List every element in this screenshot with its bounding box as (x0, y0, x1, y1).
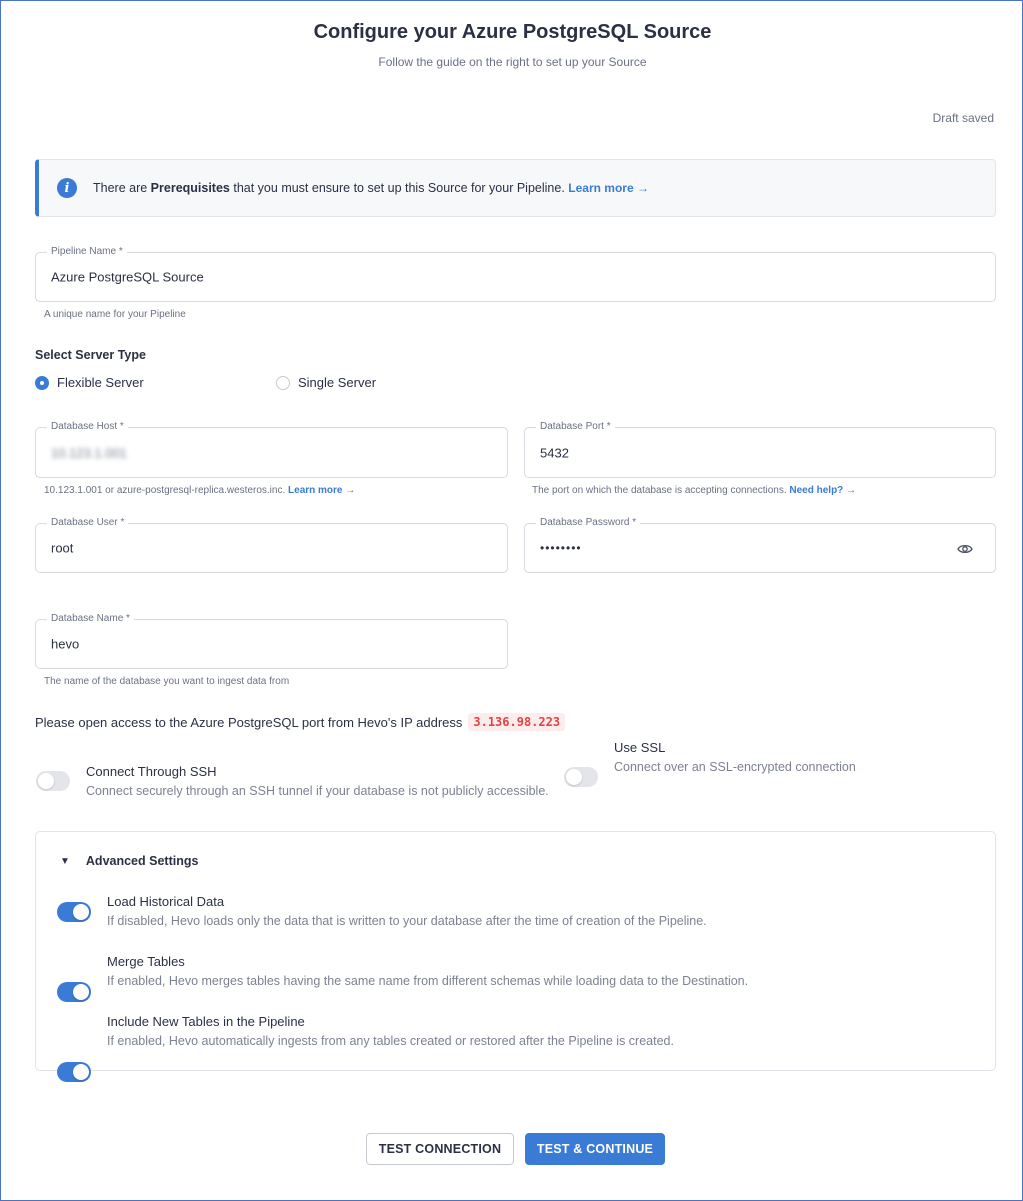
pipeline-name-label: Pipeline Name * (47, 246, 127, 257)
load-historical-data-toggle[interactable] (57, 902, 91, 922)
database-user-field[interactable]: Database User * root (35, 517, 508, 573)
database-host-field[interactable]: Database Host * 10.123.1.001 (35, 421, 508, 478)
radio-flexible-server-indicator[interactable] (35, 375, 49, 390)
database-host-helper-text: 10.123.1.001 or azure-postgresql-replica… (44, 485, 289, 496)
ssl-toggle[interactable] (564, 767, 598, 787)
merge-tables-description: If enabled, Hevo merges tables having th… (107, 974, 749, 988)
database-host-helper: 10.123.1.001 or azure-postgresql-replica… (44, 485, 355, 496)
banner-text-after: that you must ensure to set up this Sour… (229, 181, 569, 195)
page-frame: Configure your Azure PostgreSQL Source F… (0, 0, 1023, 1201)
banner-text-bold: Prerequisites (150, 181, 230, 195)
ssl-title: Use SSL (614, 740, 666, 755)
prerequisites-banner: i There are Prerequisites that you must … (35, 159, 996, 217)
load-historical-data-title: Load Historical Data (107, 894, 225, 909)
ip-access-notice: Please open access to the Azure PostgreS… (35, 713, 566, 731)
load-historical-data-description: If disabled, Hevo loads only the data th… (107, 914, 707, 928)
database-user-label: Database User * (47, 517, 129, 528)
database-port-field[interactable]: Database Port * 5432 (524, 421, 996, 478)
database-port-helper: The port on which the database is accept… (532, 485, 856, 496)
database-port-label: Database Port * (536, 421, 615, 432)
banner-text-before: There are (93, 181, 151, 195)
radio-single-server[interactable]: Single Server (276, 375, 376, 390)
merge-tables-title: Merge Tables (107, 954, 185, 969)
advanced-settings-panel: ▼ Advanced Settings Load Historical Data… (35, 831, 996, 1082)
database-port-need-help-link[interactable]: Need help? → (789, 485, 856, 496)
show-password-eye-icon[interactable] (957, 541, 973, 562)
database-password-field[interactable]: Database Password * •••••••• (524, 517, 996, 573)
database-password-label: Database Password * (536, 517, 641, 528)
merge-tables-toggle[interactable] (57, 982, 91, 1002)
ssh-description: Connect securely through an SSH tunnel i… (86, 784, 549, 798)
database-host-value: 10.123.1.001 (51, 445, 127, 460)
caret-down-icon: ▼ (60, 855, 70, 867)
database-name-value: hevo (51, 636, 80, 652)
database-user-value: root (51, 540, 74, 556)
include-new-tables-description: If enabled, Hevo automatically ingests f… (107, 1034, 674, 1048)
database-name-field[interactable]: Database Name * hevo (35, 613, 508, 669)
ssh-title: Connect Through SSH (86, 764, 217, 779)
test-connection-button[interactable]: TEST CONNECTION (366, 1133, 514, 1165)
database-port-value: 5432 (540, 445, 569, 460)
pipeline-name-value: Azure PostgreSQL Source (51, 269, 204, 285)
advanced-settings-header[interactable]: ▼ Advanced Settings (60, 854, 198, 868)
database-name-helper: The name of the database you want to ing… (44, 676, 290, 687)
prerequisites-learn-more-link[interactable]: Learn more → (568, 181, 649, 195)
banner-text: There are Prerequisites that you must en… (93, 181, 649, 195)
database-host-label: Database Host * (47, 421, 128, 432)
ssl-description: Connect over an SSL-encrypted connection (614, 760, 856, 774)
pipeline-name-helper: A unique name for your Pipeline (44, 309, 186, 320)
server-type-title: Select Server Type (35, 348, 146, 362)
ip-access-text: Please open access to the Azure PostgreS… (35, 714, 463, 730)
test-and-continue-button[interactable]: TEST & CONTINUE (525, 1133, 665, 1165)
database-port-helper-text: The port on which the database is accept… (532, 485, 790, 496)
radio-flexible-server-label: Flexible Server (57, 375, 144, 390)
database-host-learn-more-link[interactable]: Learn more → (288, 485, 355, 496)
radio-flexible-server[interactable]: Flexible Server (35, 375, 144, 390)
page-title: Configure your Azure PostgreSQL Source (313, 21, 712, 43)
database-name-label: Database Name * (47, 613, 134, 624)
page-subtitle: Follow the guide on the right to set up … (378, 55, 647, 69)
draft-status: Draft saved (932, 111, 994, 125)
radio-single-server-indicator[interactable] (276, 375, 290, 390)
advanced-settings-title: Advanced Settings (85, 854, 199, 868)
pipeline-name-field[interactable]: Pipeline Name * Azure PostgreSQL Source (35, 246, 996, 302)
include-new-tables-title: Include New Tables in the Pipeline (107, 1014, 305, 1029)
include-new-tables-toggle[interactable] (57, 1062, 91, 1082)
ssh-toggle[interactable] (36, 771, 70, 791)
hevo-ip-address[interactable]: 3.136.98.223 (468, 713, 566, 731)
info-icon: i (57, 178, 77, 198)
radio-single-server-label: Single Server (298, 375, 377, 390)
database-password-value: •••••••• (540, 541, 582, 555)
